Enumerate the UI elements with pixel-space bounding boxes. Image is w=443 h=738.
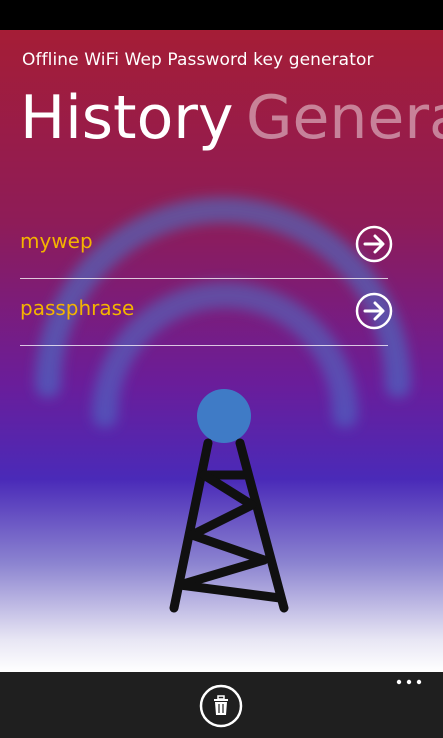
delete-icon[interactable] (199, 684, 243, 728)
app-title: Offline WiFi Wep Password key generator (22, 50, 374, 70)
arrow-right-circle-icon[interactable] (355, 292, 393, 330)
tower-structure (169, 438, 289, 613)
arrow-right-circle-icon[interactable] (355, 225, 393, 263)
pivot-header-generate[interactable]: Genera (246, 78, 443, 158)
tower-beacon (197, 389, 251, 443)
history-item[interactable]: passphrase (20, 279, 393, 346)
pivot-headers: n History Genera (0, 78, 443, 158)
history-list: mywep passphrase (20, 212, 393, 346)
history-item-label[interactable]: mywep (20, 229, 93, 253)
history-item[interactable]: mywep (20, 212, 393, 279)
ellipsis-icon[interactable] (394, 676, 424, 692)
history-item-label[interactable]: passphrase (20, 296, 134, 320)
status-bar (0, 0, 443, 30)
pivot-page: Offline WiFi Wep Password key generator … (0, 30, 443, 672)
pivot-header-history[interactable]: History (20, 78, 233, 158)
app-bar (0, 672, 443, 738)
